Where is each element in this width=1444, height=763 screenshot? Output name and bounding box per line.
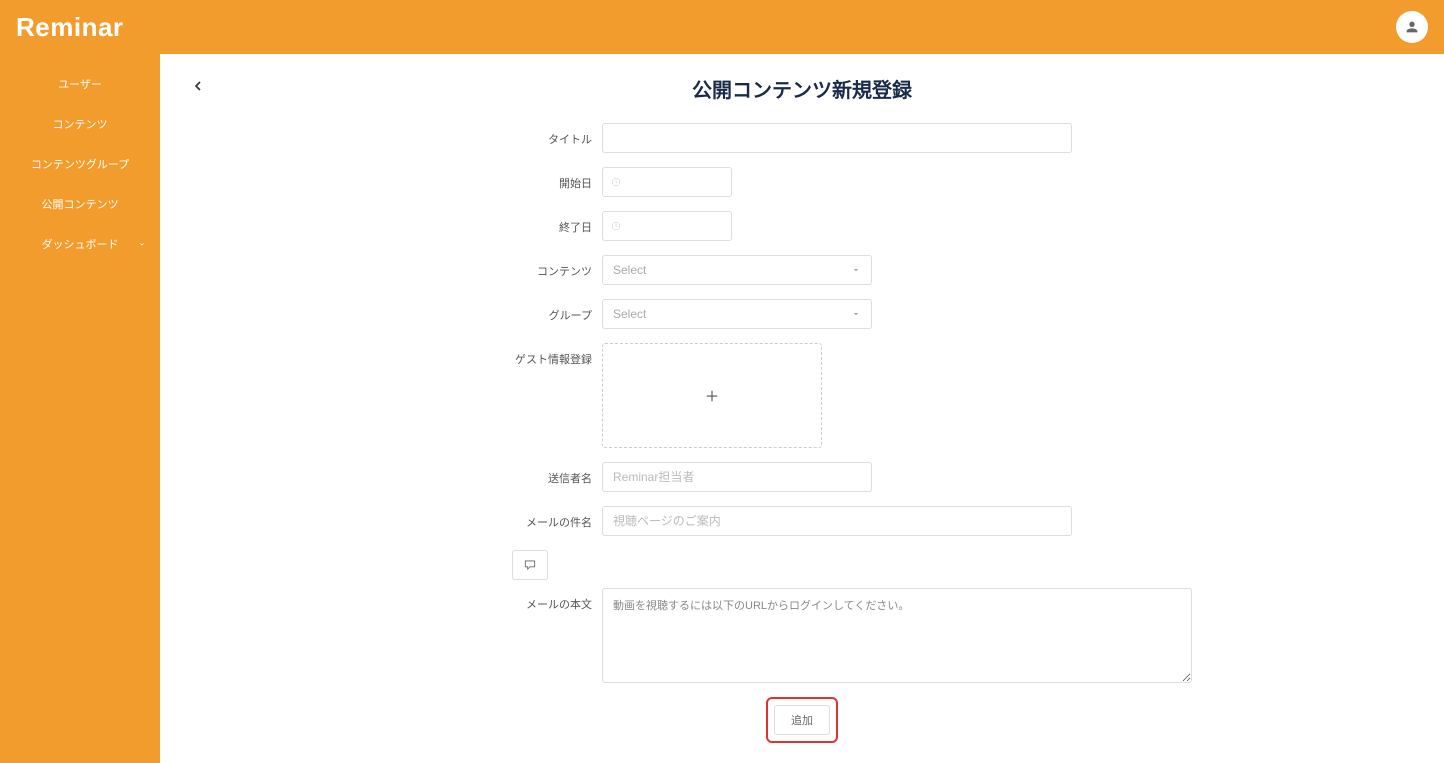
form-row-guest-info: ゲスト情報登録 (412, 343, 1192, 448)
submit-button[interactable]: 追加 (774, 705, 830, 735)
start-date-input[interactable] (602, 167, 732, 197)
title-label: タイトル (412, 123, 602, 147)
form-row-start-date: 開始日 (412, 167, 1192, 197)
back-button[interactable] (190, 78, 206, 99)
select-placeholder: Select (613, 307, 646, 321)
comment-button[interactable] (512, 550, 548, 580)
form-row-contents: コンテンツ Select (412, 255, 1192, 285)
form-row-title: タイトル (412, 123, 1192, 153)
user-avatar-button[interactable] (1396, 11, 1428, 43)
user-icon (1404, 19, 1420, 35)
sidebar-item-label: コンテンツ (53, 116, 108, 132)
guest-info-label: ゲスト情報登録 (412, 343, 602, 367)
sidebar: ユーザー コンテンツ コンテンツグループ 公開コンテンツ ダッシュボード (0, 54, 160, 763)
title-input[interactable] (602, 123, 1072, 153)
form-row-sender: 送信者名 (412, 462, 1192, 492)
start-date-label: 開始日 (412, 167, 602, 191)
sender-label: 送信者名 (412, 462, 602, 486)
logo: Reminar (16, 12, 124, 43)
sidebar-item-contents-group[interactable]: コンテンツグループ (0, 144, 160, 184)
content-form: タイトル 開始日 終了日 (412, 123, 1192, 743)
header: Reminar (0, 0, 1444, 54)
submit-row: 追加 (412, 697, 1192, 743)
sidebar-item-dashboard[interactable]: ダッシュボード (0, 224, 160, 264)
group-label: グループ (412, 299, 602, 323)
guest-info-upload[interactable] (602, 343, 822, 448)
form-row-mail-subject: メールの件名 (412, 506, 1192, 536)
contents-select[interactable]: Select (602, 255, 872, 285)
page-header: 公開コンテンツ新規登録 (190, 74, 1414, 103)
select-placeholder: Select (613, 263, 646, 277)
page-title: 公開コンテンツ新規登録 (226, 74, 1378, 103)
sidebar-item-label: ユーザー (58, 76, 102, 92)
toolbar-row (512, 550, 1192, 580)
chevron-down-icon (851, 265, 861, 275)
chevron-left-icon (190, 78, 206, 94)
main-content: 公開コンテンツ新規登録 タイトル 開始日 (160, 54, 1444, 763)
mail-subject-input[interactable] (602, 506, 1072, 536)
mail-subject-label: メールの件名 (412, 506, 602, 530)
sidebar-item-label: 公開コンテンツ (42, 196, 119, 212)
sidebar-item-public-contents[interactable]: 公開コンテンツ (0, 184, 160, 224)
contents-label: コンテンツ (412, 255, 602, 279)
sender-input[interactable] (602, 462, 872, 492)
comment-icon (523, 558, 537, 572)
chevron-down-icon (138, 240, 146, 248)
group-select[interactable]: Select (602, 299, 872, 329)
mail-body-textarea[interactable] (602, 588, 1192, 683)
plus-icon (703, 387, 721, 405)
form-row-group: グループ Select (412, 299, 1192, 329)
chevron-down-icon (851, 309, 861, 319)
sidebar-item-contents[interactable]: コンテンツ (0, 104, 160, 144)
mail-body-label: メールの本文 (412, 588, 602, 612)
clock-icon (611, 177, 621, 187)
sidebar-item-label: ダッシュボード (42, 236, 119, 252)
form-row-mail-body: メールの本文 (412, 588, 1192, 683)
end-date-label: 終了日 (412, 211, 602, 235)
form-row-end-date: 終了日 (412, 211, 1192, 241)
sidebar-item-users[interactable]: ユーザー (0, 64, 160, 104)
sidebar-item-label: コンテンツグループ (31, 156, 129, 172)
submit-highlight: 追加 (766, 697, 838, 743)
end-date-input[interactable] (602, 211, 732, 241)
clock-icon (611, 221, 621, 231)
